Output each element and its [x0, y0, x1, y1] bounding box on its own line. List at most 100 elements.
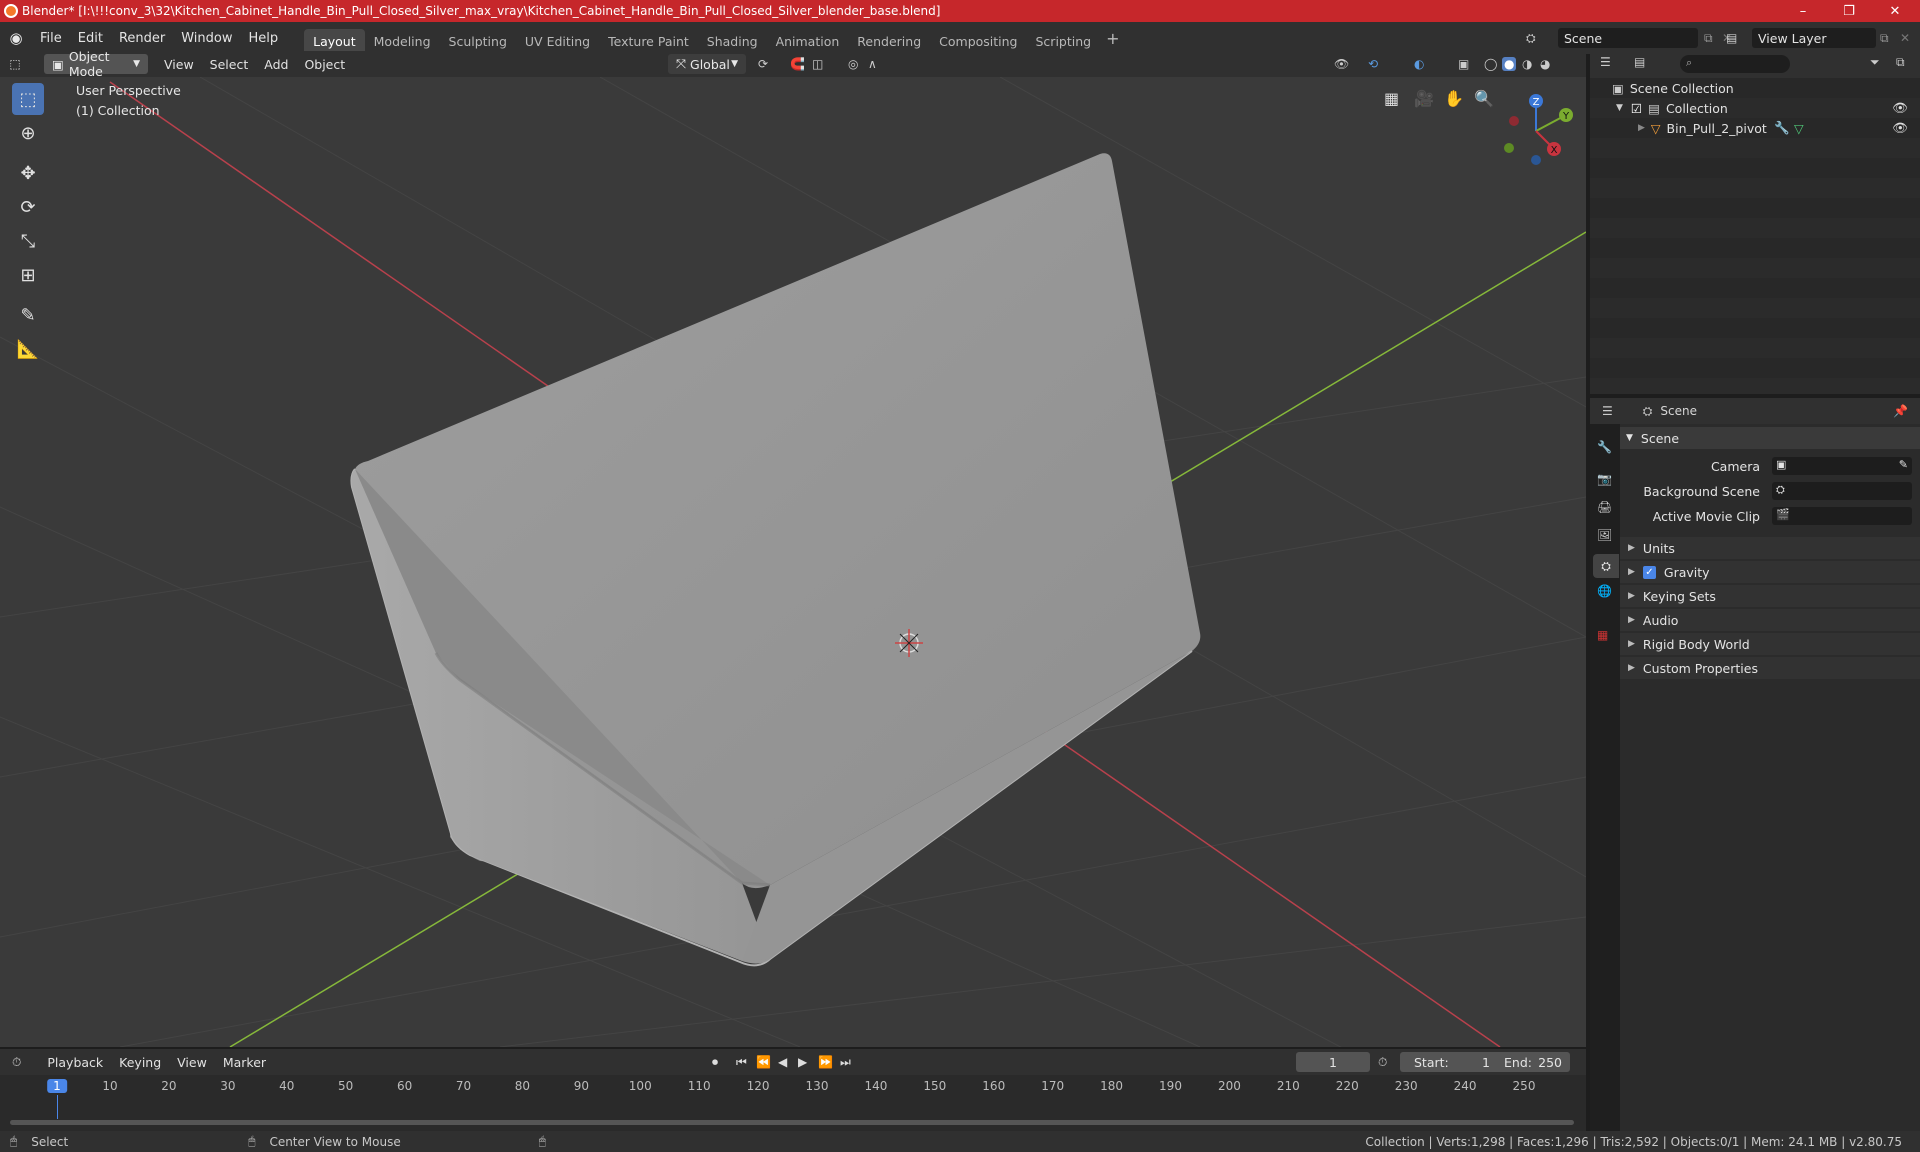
section-keying-sets[interactable]: ▶ Keying Sets [1620, 585, 1920, 607]
select-menu[interactable]: Select [202, 57, 257, 72]
rotate-tool-icon[interactable]: ⟳ [12, 191, 44, 223]
3d-viewport[interactable]: ⬚ ⊕ ✥ ⟳ ⤡ ⊞ ✎ 📐 User Perspective (1) Col… [0, 77, 1586, 1047]
outliner-search-input[interactable]: ⌕ [1680, 55, 1790, 73]
menu-help[interactable]: Help [241, 31, 287, 46]
outliner-row-collection[interactable]: ▼ ☑ ▤ Collection 👁 [1590, 98, 1920, 118]
outliner-editor-icon[interactable]: ☰ [1600, 55, 1611, 69]
gizmo-icon[interactable]: ⟲ [1368, 57, 1378, 71]
section-rigid-body-world[interactable]: ▶ Rigid Body World [1620, 633, 1920, 655]
filter-icon[interactable]: ⏷ [1870, 55, 1880, 70]
editor-type-icon[interactable]: ⬚ [0, 57, 30, 71]
tool-tab-icon[interactable]: 🔧 [1597, 440, 1612, 454]
blender-menu-icon[interactable]: ◉ [0, 29, 32, 47]
falloff-icon[interactable]: ∧ [868, 57, 877, 71]
annotate-tool-icon[interactable]: ✎ [12, 299, 44, 331]
mode-dropdown[interactable]: ▣ Object Mode ▼ [44, 49, 148, 79]
eye-icon[interactable]: 👁 [1892, 120, 1908, 136]
select-box-tool-icon[interactable]: ⬚ [12, 83, 44, 115]
add-menu[interactable]: Add [256, 57, 296, 72]
render-tab-icon[interactable]: 📷 [1597, 472, 1612, 486]
background-scene-field[interactable]: ⛭ [1772, 482, 1912, 500]
pan-hand-icon[interactable]: ✋ [1444, 89, 1464, 108]
preview-range-icon[interactable]: ⏱ [1378, 1055, 1387, 1070]
xray-icon[interactable]: ▣ [1458, 57, 1469, 71]
view-menu[interactable]: View [156, 57, 202, 72]
viewlayer-remove-icon[interactable]: ✕ [1900, 31, 1910, 45]
jump-end-icon[interactable]: ⏭ [840, 1055, 851, 1070]
pivot-icon[interactable]: ⟳ [758, 57, 768, 71]
playhead[interactable] [57, 1095, 58, 1119]
snap-target-icon[interactable]: ◫ [812, 57, 823, 71]
checkbox-icon[interactable]: ☑ [1631, 101, 1642, 116]
transform-tool-icon[interactable]: ⊞ [12, 259, 44, 291]
expand-icon[interactable]: ▼ [1616, 103, 1623, 113]
proportional-edit-icon[interactable]: ◎ [848, 57, 858, 71]
snap-icon[interactable]: 🧲 [790, 57, 805, 71]
expand-icon[interactable]: ▶ [1638, 123, 1645, 133]
measure-tool-icon[interactable]: 📐 [12, 333, 44, 365]
viewlayer-field[interactable]: View Layer [1752, 28, 1876, 48]
scene-new-icon[interactable]: ⧉ [1704, 31, 1713, 46]
section-units[interactable]: ▶ Units [1620, 537, 1920, 559]
wireframe-shading-icon[interactable]: ◯ [1484, 57, 1497, 71]
navigation-gizmo[interactable]: Z Y X [1496, 87, 1580, 171]
grid-view-icon[interactable]: ▦ [1384, 89, 1399, 108]
zoom-icon[interactable]: 🔍 [1474, 89, 1494, 108]
world-tab-icon[interactable]: 🌐 [1597, 584, 1612, 598]
section-audio[interactable]: ▶ Audio [1620, 609, 1920, 631]
timeline-editor-icon[interactable]: ⏱ [12, 1055, 21, 1070]
cursor-tool-icon[interactable]: ⊕ [12, 117, 44, 149]
overlay-icon[interactable]: ◐ [1414, 57, 1424, 71]
start-frame-field[interactable]: Start: 1 [1400, 1052, 1498, 1072]
scale-tool-icon[interactable]: ⤡ [12, 225, 44, 257]
current-frame-field[interactable]: 1 [1296, 1052, 1370, 1072]
movie-clip-field[interactable]: 🎬 [1772, 507, 1912, 525]
keying-menu[interactable]: Keying [111, 1055, 169, 1070]
eyedropper-icon[interactable]: ✎ [1899, 458, 1908, 471]
menu-render[interactable]: Render [111, 31, 173, 46]
properties-editor-icon[interactable]: ☰ [1602, 404, 1613, 418]
scene-selector-icon[interactable]: ⛭ [1526, 31, 1536, 46]
new-collection-icon[interactable]: ⧉ [1896, 55, 1905, 70]
viewlayer-new-icon[interactable]: ⧉ [1880, 31, 1889, 46]
end-frame-field[interactable]: End: 250 [1490, 1052, 1570, 1072]
bin-pull-mesh[interactable] [350, 153, 1201, 967]
pin-icon[interactable]: 📌 [1893, 404, 1908, 418]
scene-field[interactable]: Scene [1558, 28, 1698, 48]
orientation-dropdown[interactable]: ⤧ Global ▼ [668, 54, 746, 74]
prev-keyframe-icon[interactable]: ⏪ [756, 1055, 771, 1069]
playback-menu[interactable]: Playback [39, 1055, 111, 1070]
record-icon[interactable]: ⏺ [712, 1055, 718, 1070]
gravity-checkbox[interactable]: ✓ [1642, 565, 1656, 579]
timeline-view-menu[interactable]: View [169, 1055, 215, 1070]
scene-tab-icon[interactable]: ⛭ [1593, 554, 1619, 578]
minimize-button[interactable]: – [1780, 0, 1826, 22]
object-menu[interactable]: Object [296, 57, 353, 72]
eye-icon[interactable]: 👁 [1892, 100, 1908, 116]
camera-field[interactable]: ▣ ✎ [1772, 457, 1912, 475]
move-tool-icon[interactable]: ✥ [12, 157, 44, 189]
next-keyframe-icon[interactable]: ⏩ [818, 1055, 833, 1069]
solid-shading-icon[interactable]: ● [1502, 57, 1517, 71]
add-workspace-icon[interactable]: + [1106, 29, 1119, 48]
menu-window[interactable]: Window [173, 31, 240, 46]
section-gravity[interactable]: ▶ ✓ Gravity [1620, 561, 1920, 583]
outliner-row-object[interactable]: ▶ ▽ Bin_Pull_2_pivot 🔧 ▽ 👁 [1590, 118, 1920, 138]
view-layer-tab-icon[interactable]: 🖼 [1597, 528, 1612, 542]
jump-start-icon[interactable]: ⏮ [736, 1055, 747, 1070]
material-shading-icon[interactable]: ◑ [1522, 57, 1532, 71]
menu-edit[interactable]: Edit [70, 31, 111, 46]
timeline-scrollbar[interactable] [10, 1120, 1574, 1125]
visibility-icon[interactable]: 👁 [1334, 57, 1349, 71]
section-custom-properties[interactable]: ▶ Custom Properties [1620, 657, 1920, 679]
outliner-row-scene-collection[interactable]: ▣ Scene Collection [1590, 78, 1920, 98]
play-reverse-icon[interactable]: ◀ [778, 1055, 787, 1069]
menu-file[interactable]: File [32, 31, 70, 46]
scene-panel-header[interactable]: ▼ Scene [1620, 427, 1920, 449]
close-button[interactable]: ✕ [1872, 0, 1918, 22]
viewlayer-selector-icon[interactable]: ▤ [1726, 31, 1737, 45]
maximize-button[interactable]: ❐ [1826, 0, 1872, 22]
camera-view-icon[interactable]: 🎥 [1414, 89, 1434, 108]
output-tab-icon[interactable]: 🖨 [1597, 500, 1612, 514]
display-mode-icon[interactable]: ▤ [1634, 55, 1645, 69]
